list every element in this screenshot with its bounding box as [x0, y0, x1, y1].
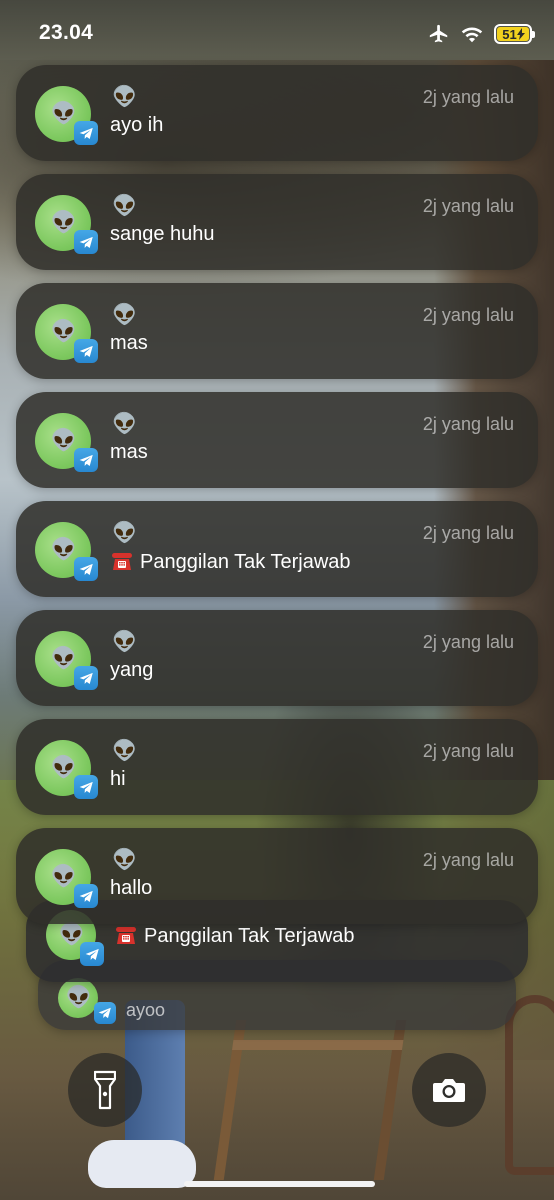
- telegram-icon: [74, 339, 98, 363]
- telephone-icon: [112, 553, 132, 570]
- status-icons: 51: [428, 22, 535, 46]
- alien-emoji-icon: 👽: [50, 536, 78, 561]
- alien-emoji-icon: 👽: [58, 921, 86, 946]
- telegram-icon: [74, 775, 98, 799]
- alien-emoji-icon: 👽: [50, 209, 78, 234]
- alien-emoji-icon: 👽: [50, 318, 78, 343]
- notification-card[interactable]: 👽 👽 2j yang lalu hallo: [16, 828, 538, 924]
- alien-emoji-icon: 👽: [50, 754, 78, 779]
- telegram-icon: [74, 884, 98, 908]
- notification-card[interactable]: 👽 👽 2j yang lalu mas: [16, 283, 538, 379]
- notification-sender: 👽: [112, 629, 137, 653]
- notification-card[interactable]: 👽 👽 2j yang lalu ayo ih: [16, 65, 538, 161]
- notification-card[interactable]: 👽 👽 2j yang lalu hi: [16, 719, 538, 815]
- notification-message: hallo: [110, 877, 153, 899]
- notification-time: 2j yang lalu: [422, 632, 514, 652]
- notification-message: sange huhu: [110, 223, 215, 245]
- notification-message: hi: [110, 768, 126, 790]
- notification-time: 2j yang lalu: [422, 741, 514, 761]
- notification-sender: 👽: [112, 84, 137, 108]
- camera-icon: [433, 1079, 465, 1102]
- notification-sender: 👽: [112, 411, 137, 435]
- battery-level: 51: [502, 26, 517, 42]
- telegram-icon: [74, 666, 98, 690]
- alien-emoji-icon: 👽: [50, 863, 78, 888]
- notification-sender: 👽: [112, 738, 137, 762]
- notification-message: mas: [110, 441, 148, 463]
- notification-card[interactable]: 👽 👽 2j yang lalu Panggilan Tak Terjawab: [16, 501, 538, 597]
- notification-time: 2j yang lalu: [422, 414, 514, 434]
- notification-time: 2j yang lalu: [422, 305, 514, 325]
- notification-card[interactable]: 👽 👽 2j yang lalu sange huhu: [16, 174, 538, 270]
- battery-charging-icon: 51: [494, 24, 535, 44]
- charging-bolt-icon: [516, 28, 525, 40]
- flashlight-button[interactable]: [68, 1053, 142, 1127]
- camera-button[interactable]: [412, 1053, 486, 1127]
- notification-message: yang: [110, 659, 154, 681]
- battery-fill: 51: [497, 27, 529, 41]
- notification-sender: 👽: [112, 847, 137, 871]
- status-bar: 23.04 51: [0, 0, 554, 66]
- telegram-icon: [74, 557, 98, 581]
- notification-message: Panggilan Tak Terjawab: [110, 550, 351, 574]
- notification-card[interactable]: 👽 👽 2j yang lalu yang: [16, 610, 538, 706]
- notification-time: 2j yang lalu: [422, 850, 514, 870]
- notification-message: ayoo: [126, 1000, 166, 1020]
- telegram-icon: [74, 230, 98, 254]
- alien-emoji-icon: 👽: [50, 427, 78, 452]
- notification-time: 2j yang lalu: [422, 523, 514, 543]
- notification-card[interactable]: 👽 👽 2j yang lalu mas: [16, 392, 538, 488]
- telegram-icon: [94, 1002, 116, 1024]
- home-indicator[interactable]: [184, 1181, 375, 1187]
- alien-emoji-icon: 👽: [50, 645, 78, 670]
- flashlight-icon: [94, 1070, 116, 1110]
- notification-sender: 👽: [112, 193, 137, 217]
- notification-sender: 👽: [112, 302, 137, 326]
- telegram-icon: [80, 942, 104, 966]
- telephone-icon: [116, 927, 136, 944]
- wallpaper-shoe: [88, 1140, 196, 1188]
- notification-time: 2j yang lalu: [422, 196, 514, 216]
- notification-time: 2j yang lalu: [422, 87, 514, 107]
- wallpaper-bag: [505, 995, 554, 1175]
- wallpaper-chair: [213, 1020, 407, 1180]
- alien-emoji-icon: 👽: [50, 100, 78, 125]
- alien-emoji-icon: 👽: [65, 984, 93, 1009]
- airplane-icon: [429, 24, 448, 43]
- notification-sender: 👽: [112, 520, 137, 544]
- notification-message: mas: [110, 332, 148, 354]
- telegram-icon: [74, 448, 98, 472]
- wifi-icon: [461, 27, 483, 43]
- notification-message: Panggilan Tak Terjawab: [114, 924, 355, 948]
- contact-avatar: 👽: [58, 978, 98, 1018]
- status-time: 23.04: [39, 21, 94, 44]
- notification-message: ayo ih: [110, 114, 164, 136]
- telegram-icon: [74, 121, 98, 145]
